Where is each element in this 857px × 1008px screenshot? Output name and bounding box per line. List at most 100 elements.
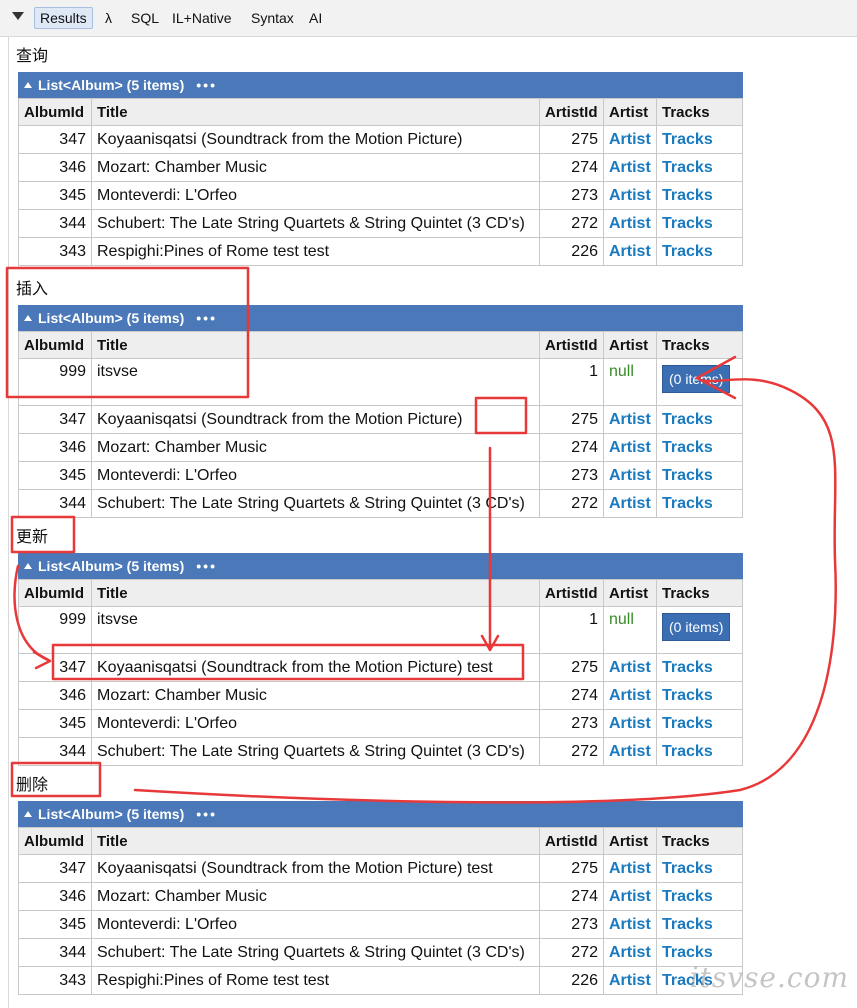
tracks-link[interactable]: Tracks [662, 439, 713, 456]
column-header[interactable]: AlbumId [18, 98, 92, 126]
null-value: null [609, 611, 634, 628]
column-header[interactable]: Tracks [656, 331, 743, 359]
artist-link[interactable]: Artist [609, 215, 651, 232]
album-id-cell: 345 [18, 910, 92, 939]
tracks-link[interactable]: Tracks [662, 495, 713, 512]
artist-link[interactable]: Artist [609, 243, 651, 260]
artist-link[interactable]: Artist [609, 131, 651, 148]
result-header[interactable]: List<Album> (5 items) ••• [18, 72, 743, 98]
column-header[interactable]: Title [91, 579, 540, 607]
title-cell: Mozart: Chamber Music [91, 153, 540, 182]
column-header[interactable]: AlbumId [18, 827, 92, 855]
result-header[interactable]: List<Album> (5 items) ••• [18, 305, 743, 331]
column-header[interactable]: ArtistId [539, 98, 604, 126]
artist-link[interactable]: Artist [609, 916, 651, 933]
artist-link[interactable]: Artist [609, 972, 651, 989]
tracks-link[interactable]: Tracks [662, 243, 713, 260]
column-header[interactable]: ArtistId [539, 827, 604, 855]
artist-cell: Artist [603, 882, 657, 911]
artist-link[interactable]: Artist [609, 888, 651, 905]
table-header-row: AlbumId Title ArtistId Artist Tracks [18, 827, 743, 855]
album-table: AlbumId Title ArtistId Artist Tracks 999 itsvs… [18, 331, 743, 518]
column-header[interactable]: Title [91, 827, 540, 855]
tracks-link[interactable]: Tracks [662, 944, 713, 961]
tracks-link[interactable]: Tracks [662, 916, 713, 933]
tracks-link[interactable]: Tracks [662, 743, 713, 760]
tracks-link[interactable]: Tracks [662, 888, 713, 905]
tracks-link[interactable]: Tracks [662, 159, 713, 176]
column-header[interactable]: Tracks [656, 98, 743, 126]
column-header[interactable]: Tracks [656, 579, 743, 607]
column-header[interactable]: AlbumId [18, 331, 92, 359]
tab-syntax[interactable]: Syntax [251, 9, 294, 27]
collapse-arrow-icon[interactable] [12, 12, 24, 20]
more-options-icon[interactable]: ••• [196, 310, 217, 326]
caret-up-icon[interactable] [24, 315, 32, 321]
artist-link[interactable]: Artist [609, 439, 651, 456]
artist-cell: Artist [603, 489, 657, 518]
artist-link[interactable]: Artist [609, 495, 651, 512]
tracks-link[interactable]: Tracks [662, 411, 713, 428]
column-header[interactable]: Tracks [656, 827, 743, 855]
tab-ai[interactable]: AI [309, 9, 322, 27]
tracks-link[interactable]: Tracks [662, 215, 713, 232]
tab-sql[interactable]: SQL [131, 9, 159, 27]
tab-lambda[interactable]: λ [105, 9, 112, 27]
artist-link[interactable]: Artist [609, 715, 651, 732]
tracks-cell: Tracks [656, 461, 743, 490]
title-cell: Koyaanisqatsi (Soundtrack from the Motio… [91, 405, 540, 434]
column-header[interactable]: Artist [603, 579, 657, 607]
caret-up-icon[interactable] [24, 811, 32, 817]
column-header[interactable]: Artist [603, 827, 657, 855]
table-header-row: AlbumId Title ArtistId Artist Tracks [18, 98, 743, 126]
artist-link[interactable]: Artist [609, 467, 651, 484]
tracks-link[interactable]: Tracks [662, 659, 713, 676]
tab-results[interactable]: Results [34, 7, 93, 29]
column-header[interactable]: ArtistId [539, 331, 604, 359]
column-header[interactable]: Title [91, 98, 540, 126]
artist-link[interactable]: Artist [609, 159, 651, 176]
artist-cell: null [603, 358, 657, 406]
artist-link[interactable]: Artist [609, 187, 651, 204]
artist-link[interactable]: Artist [609, 659, 651, 676]
column-header[interactable]: Title [91, 331, 540, 359]
artist-id-cell: 274 [539, 681, 604, 710]
title-cell: Koyaanisqatsi (Soundtrack from the Motio… [91, 854, 540, 883]
more-options-icon[interactable]: ••• [196, 77, 217, 93]
tracks-link[interactable]: Tracks [662, 187, 713, 204]
album-id-cell: 343 [18, 237, 92, 266]
more-options-icon[interactable]: ••• [196, 558, 217, 574]
result-table-insert: List<Album> (5 items) ••• AlbumId Title Arti… [18, 305, 743, 518]
title-cell: Mozart: Chamber Music [91, 681, 540, 710]
artist-link[interactable]: Artist [609, 944, 651, 961]
artist-cell: Artist [603, 737, 657, 766]
tracks-link[interactable]: Tracks [662, 860, 713, 877]
watermark-logo: itsvse.com [689, 961, 849, 994]
artist-link[interactable]: Artist [609, 860, 651, 877]
artist-id-cell: 272 [539, 938, 604, 967]
artist-link[interactable]: Artist [609, 687, 651, 704]
artist-link[interactable]: Artist [609, 743, 651, 760]
artist-cell: Artist [603, 209, 657, 238]
more-options-icon[interactable]: ••• [196, 806, 217, 822]
artist-id-cell: 273 [539, 181, 604, 210]
column-header[interactable]: Artist [603, 331, 657, 359]
artist-cell: Artist [603, 854, 657, 883]
result-header[interactable]: List<Album> (5 items) ••• [18, 553, 743, 579]
tracks-link[interactable]: Tracks [662, 715, 713, 732]
column-header[interactable]: AlbumId [18, 579, 92, 607]
tracks-link[interactable]: Tracks [662, 687, 713, 704]
tracks-link[interactable]: Tracks [662, 467, 713, 484]
caret-up-icon[interactable] [24, 82, 32, 88]
result-header[interactable]: List<Album> (5 items) ••• [18, 801, 743, 827]
caret-up-icon[interactable] [24, 563, 32, 569]
column-header[interactable]: Artist [603, 98, 657, 126]
tab-il-native[interactable]: IL+Native [172, 9, 232, 27]
empty-tracks-button[interactable]: (0 items) [662, 365, 731, 393]
column-header[interactable]: ArtistId [539, 579, 604, 607]
artist-link[interactable]: Artist [609, 411, 651, 428]
album-id-cell: 346 [18, 433, 92, 462]
tracks-link[interactable]: Tracks [662, 131, 713, 148]
artist-cell: Artist [603, 653, 657, 682]
empty-tracks-button[interactable]: (0 items) [662, 613, 731, 641]
